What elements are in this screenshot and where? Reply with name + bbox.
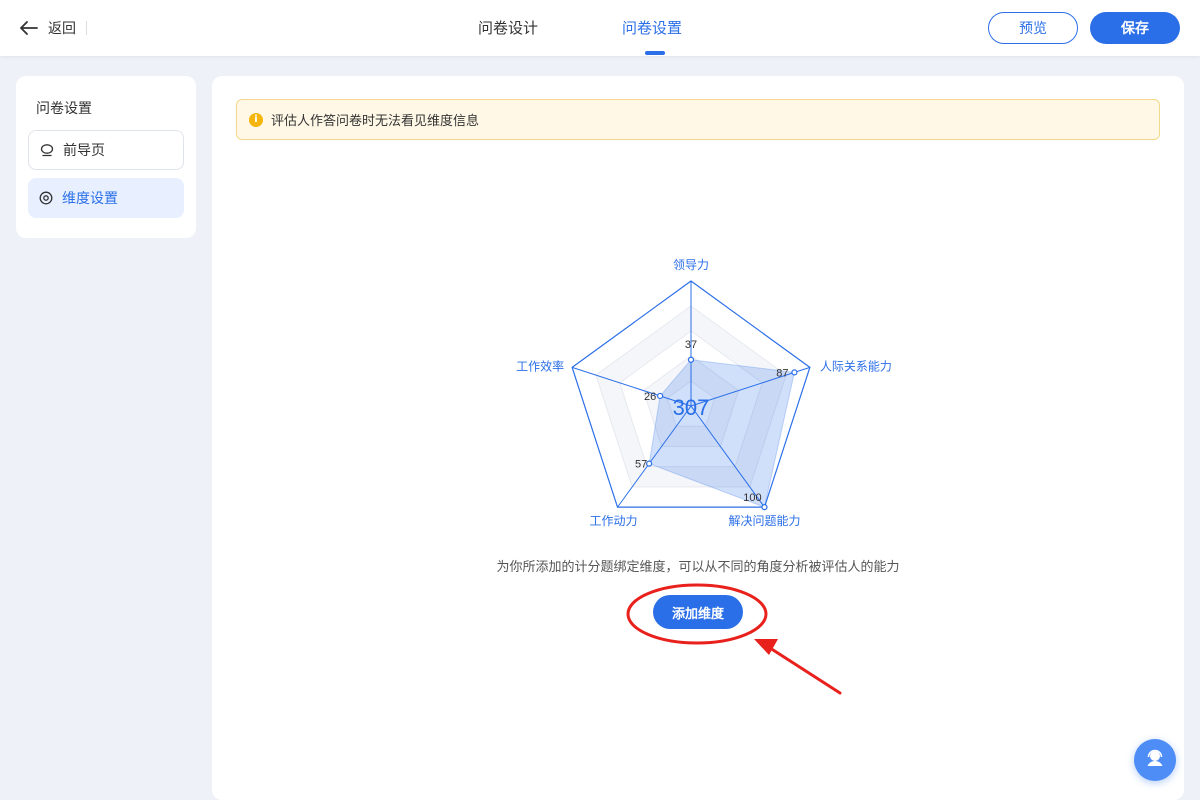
headset-icon <box>1144 747 1166 773</box>
radar-value-label: 26 <box>644 391 656 403</box>
back-button[interactable]: 返回 <box>20 17 87 39</box>
dimension-description: 为你所添加的计分题绑定维度，可以从不同的角度分析被评估人的能力 <box>496 560 900 575</box>
radar-data-point <box>761 504 768 511</box>
radar-data-point <box>646 460 653 467</box>
arrow-left-icon <box>20 21 38 35</box>
radar-indicator-label: 人际关系能力 <box>820 359 892 373</box>
radar-value-label: 57 <box>635 459 647 471</box>
sidebar-item-label: 前导页 <box>63 143 105 159</box>
radar-center-value: 307 <box>673 395 710 420</box>
preview-button[interactable]: 预览 <box>988 12 1078 44</box>
radar-data-point <box>687 356 695 363</box>
radar-indicator-label: 工作动力 <box>590 514 638 528</box>
active-tab-indicator <box>645 51 665 55</box>
save-button[interactable]: 保存 <box>1090 12 1180 44</box>
divider <box>86 21 87 35</box>
add-dimension-button[interactable]: 添加维度 <box>653 595 743 629</box>
radar-value-label: 87 <box>776 367 788 379</box>
customer-support-button[interactable] <box>1134 739 1176 781</box>
main-panel: i 评估人作答问卷时无法看见维度信息 37 87 100 57 26 领导力 人际关系能力… <box>212 76 1184 800</box>
radar-data-point <box>791 369 798 376</box>
sidebar-title: 问卷设置 <box>36 101 92 117</box>
target-icon <box>38 190 54 206</box>
tab-survey-settings[interactable]: 问卷设置 <box>622 17 682 38</box>
radar-data-point <box>656 392 664 400</box>
sidebar-item-dimension-settings[interactable]: 维度设置 <box>28 178 184 218</box>
chat-bubble-icon <box>39 142 55 158</box>
back-label: 返回 <box>48 21 76 37</box>
sidebar-item-label: 维度设置 <box>62 191 118 207</box>
settings-sidebar: 问卷设置 前导页 维度设置 <box>16 76 196 238</box>
radar-indicator-label: 工作效率 <box>516 358 564 373</box>
radar-value-label: 100 <box>743 492 761 504</box>
radar-indicator-label: 解决问题能力 <box>728 514 800 528</box>
radar-indicator-label: 领导力 <box>673 258 709 272</box>
sidebar-item-guide-page[interactable]: 前导页 <box>28 130 184 170</box>
dimension-radar-chart: 37 87 100 57 26 领导力人际关系能力解决问题能力 工作动力 工作效率 307 <box>516 258 892 528</box>
top-bar: 返回 问卷设计 问卷设置 预览 保存 <box>0 0 1200 56</box>
radar-value-label: 37 <box>685 339 697 351</box>
tab-survey-design[interactable]: 问卷设计 <box>478 17 538 38</box>
